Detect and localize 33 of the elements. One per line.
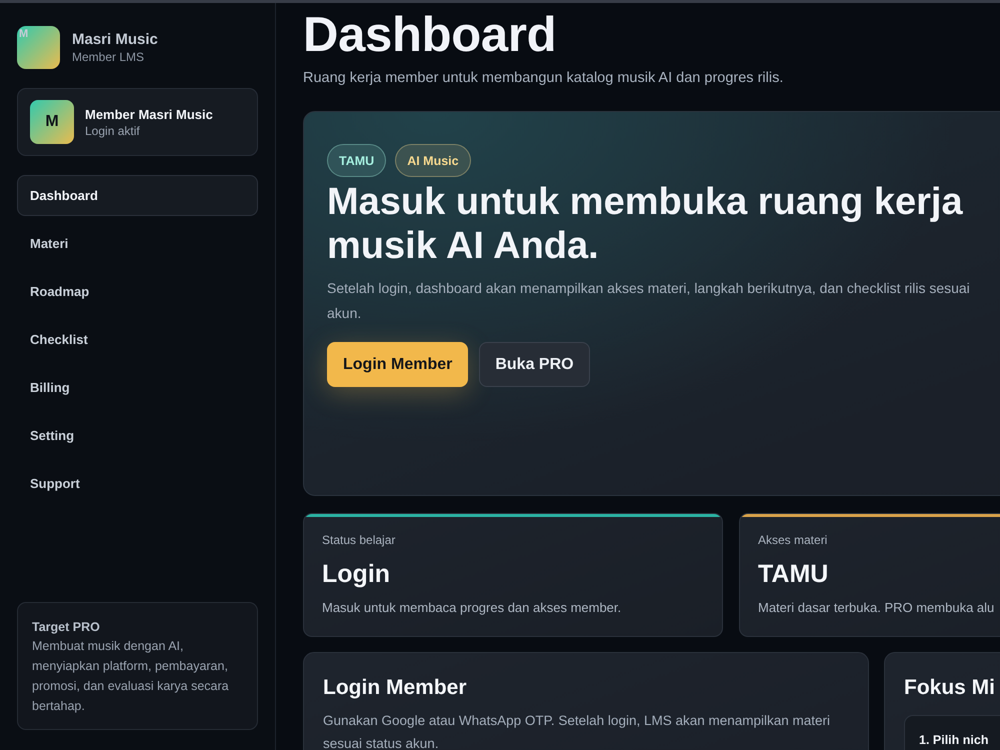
brand-name: Masri Music (72, 30, 158, 49)
panel-title: Login Member (323, 675, 467, 701)
step-item[interactable]: 1. Pilih nich (904, 715, 1000, 750)
secondary-button[interactable]: Buka PRO (479, 342, 590, 387)
nav-item[interactable]: Support (17, 463, 258, 504)
tag: TAMU (327, 144, 386, 177)
tag: AI Music (395, 144, 471, 177)
panel-title: Fokus Mi (904, 675, 996, 701)
nav-item[interactable]: Roadmap (17, 271, 258, 312)
user-name: Member Masri Music (85, 106, 213, 122)
user-avatar: M (30, 100, 74, 144)
stat-text: Materi dasar terbuka. PRO membuka alu (758, 599, 994, 617)
nav-item[interactable]: Setting (17, 415, 258, 456)
stat-label: Status belajar (322, 532, 396, 549)
primary-button[interactable]: Login Member (327, 342, 468, 387)
page-subtitle: Ruang kerja member untuk membangun katalog musik AI dan progres rilis. (303, 69, 784, 88)
nav-item[interactable]: Materi (17, 223, 258, 264)
nav-item[interactable]: Checklist (17, 319, 258, 360)
page-title: Dashboard (303, 7, 556, 63)
stat-value: TAMU (758, 559, 828, 589)
stat-label: Akses materi (758, 532, 828, 549)
hero-text: Setelah login, dashboard akan menampilkan akses materi, langkah berikutnya, dan checklist rilis sesuai akun. (327, 279, 971, 323)
brand-subtitle: Member LMS (72, 49, 146, 65)
promo-title: Target PRO (32, 619, 101, 636)
promo-text: Membuat musik dengan AI, menyiapkan platform, pembayaran, promosi, dan evaluasi karya secara bertahap. (32, 638, 230, 715)
app-logo: M (17, 26, 60, 69)
nav-item[interactable]: Dashboard (17, 175, 258, 216)
stat-value: Login (322, 559, 390, 589)
hero-title: Masuk untuk membuka ruang kerja musik AI Anda. (327, 180, 964, 268)
nav-item[interactable]: Billing (17, 367, 258, 408)
panel-text: Gunakan Google atau WhatsApp OTP. Setelah login, LMS akan menampilkan materi sesuai status akun. (323, 712, 832, 750)
stat-text: Masuk untuk membaca progres dan akses member. (322, 599, 622, 617)
user-status: Login aktif (85, 122, 141, 138)
